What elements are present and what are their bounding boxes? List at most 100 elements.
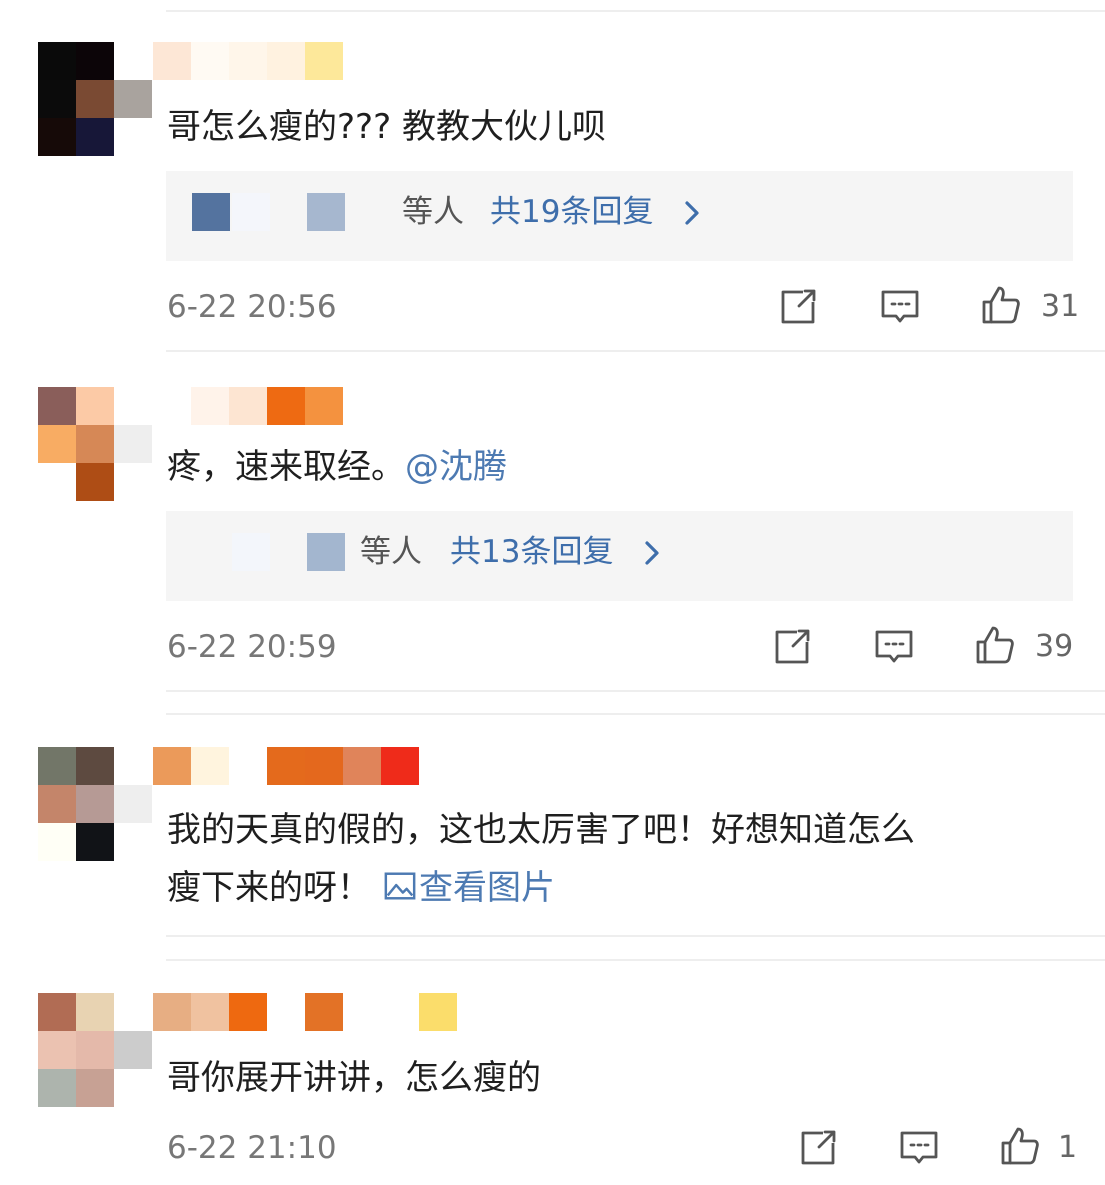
mosaic-cell	[38, 463, 76, 501]
reply-preview[interactable]: 等人 共19条回复	[166, 171, 1073, 261]
mosaic-cell	[114, 823, 152, 861]
mosaic-cell	[343, 387, 381, 425]
mosaic-cell	[191, 993, 229, 1031]
username[interactable]	[153, 387, 419, 425]
comment-text: 哥怎么瘦的??? 教教大伙儿呗	[167, 107, 606, 147]
mosaic-cell	[153, 387, 191, 425]
mosaic-cell	[114, 1031, 152, 1069]
reply-count-link[interactable]: 共19条回复	[490, 191, 653, 233]
mosaic-cell	[114, 463, 152, 501]
mosaic-cell	[114, 993, 152, 1031]
mosaic-cell	[114, 1069, 152, 1107]
repost-icon[interactable]	[771, 626, 813, 668]
mosaic-cell	[114, 425, 152, 463]
reply-count-link[interactable]: 共13条回复	[450, 531, 613, 573]
repost-icon[interactable]	[797, 1127, 839, 1169]
mosaic-cell	[114, 118, 152, 156]
avatar[interactable]	[38, 42, 152, 156]
divider	[166, 959, 1105, 961]
like-count: 31	[1041, 289, 1080, 324]
mosaic-cell	[381, 747, 419, 785]
avatar[interactable]	[38, 993, 152, 1107]
mosaic-cell	[76, 993, 114, 1031]
mosaic-cell	[153, 993, 191, 1031]
username[interactable]	[153, 993, 457, 1031]
mosaic-cell	[38, 42, 76, 80]
reply-others-label: 等人	[360, 534, 422, 570]
comment-time: 6-22 21:10	[167, 1130, 337, 1166]
mosaic-cell	[38, 747, 76, 785]
divider	[166, 935, 1105, 937]
username[interactable]	[153, 747, 419, 785]
repost-icon[interactable]	[777, 286, 819, 328]
divider	[166, 713, 1105, 715]
avatar[interactable]	[38, 387, 152, 501]
mosaic-cell	[381, 42, 419, 80]
image-icon	[384, 872, 416, 900]
mosaic-cell	[305, 387, 343, 425]
mosaic-cell	[305, 993, 343, 1031]
mosaic-cell	[76, 118, 114, 156]
mosaic-cell	[76, 823, 114, 861]
mosaic-cell	[229, 747, 267, 785]
mosaic-cell	[38, 118, 76, 156]
mosaic-cell	[76, 463, 114, 501]
reply-others-label: 等人	[402, 194, 464, 230]
mosaic-cell	[76, 1069, 114, 1107]
mosaic-cell	[76, 80, 114, 118]
mosaic-cell	[114, 42, 152, 80]
mosaic-cell	[305, 747, 343, 785]
comment-icon[interactable]	[879, 286, 921, 328]
like-count: 39	[1035, 629, 1074, 664]
view-image-label: 查看图片	[419, 868, 555, 908]
mosaic-cell	[76, 425, 114, 463]
mosaic-cell	[343, 993, 381, 1031]
mosaic-cell	[153, 42, 191, 80]
view-image-link[interactable]: 查看图片	[383, 868, 555, 908]
mosaic-cell	[114, 785, 152, 823]
mosaic-cell	[229, 993, 267, 1031]
reply-preview[interactable]: 等人 共13条回复	[166, 511, 1073, 601]
mosaic-cell	[38, 823, 76, 861]
mosaic-cell	[76, 42, 114, 80]
comment-icon[interactable]	[873, 626, 915, 668]
mosaic-cell	[229, 42, 267, 80]
comment-text: 我的天真的假的，这也太厉害了吧！好想知道怎么	[167, 810, 915, 850]
comment-text-line2: 瘦下来的呀！ 查看图片	[167, 858, 555, 918]
mosaic-cell	[191, 747, 229, 785]
mosaic-cell	[76, 1031, 114, 1069]
mosaic-cell	[153, 747, 191, 785]
mosaic-cell	[267, 387, 305, 425]
comment-text-body: 瘦下来的呀！	[167, 868, 371, 908]
mosaic-cell	[76, 785, 114, 823]
reply-avatar	[307, 533, 345, 571]
avatar[interactable]	[38, 747, 152, 861]
comment-text-body: 疼，速来取经。	[167, 447, 405, 487]
mosaic-cell	[38, 1031, 76, 1069]
mosaic-cell	[267, 42, 305, 80]
divider	[166, 350, 1105, 352]
mosaic-cell	[267, 993, 305, 1031]
mosaic-cell	[114, 747, 152, 785]
divider	[166, 10, 1105, 12]
chevron-right-icon	[685, 201, 699, 225]
mosaic-cell	[229, 387, 267, 425]
mosaic-cell	[76, 747, 114, 785]
username[interactable]	[153, 42, 419, 80]
comment-text: 疼，速来取经。@沈腾	[167, 437, 507, 497]
mosaic-cell	[38, 387, 76, 425]
mosaic-cell	[76, 387, 114, 425]
mention-link[interactable]: @沈腾	[405, 447, 507, 487]
mosaic-cell	[114, 80, 152, 118]
thumbs-up-icon[interactable]	[999, 1125, 1041, 1167]
mosaic-cell	[381, 387, 419, 425]
comment-icon[interactable]	[898, 1127, 940, 1169]
mosaic-cell	[114, 387, 152, 425]
mosaic-cell	[419, 993, 457, 1031]
mosaic-cell	[381, 993, 419, 1031]
thumbs-up-icon[interactable]	[980, 284, 1022, 326]
thumbs-up-icon[interactable]	[974, 624, 1016, 666]
reply-avatar	[192, 193, 230, 231]
reply-avatar	[232, 193, 270, 231]
mosaic-cell	[191, 42, 229, 80]
